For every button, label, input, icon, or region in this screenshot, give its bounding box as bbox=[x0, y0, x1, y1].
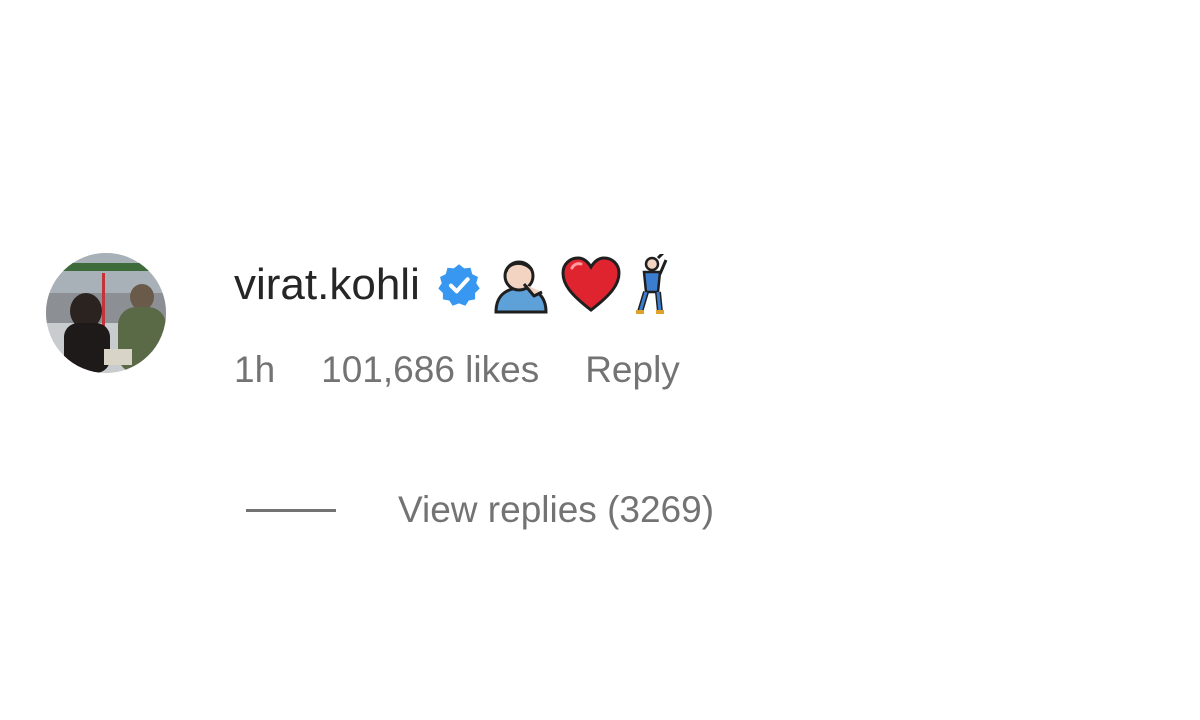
view-replies-button[interactable]: View replies (3269) bbox=[246, 489, 714, 531]
man-dancing-emoji-icon bbox=[630, 254, 670, 316]
comment-meta: 1h 101,686 likes Reply bbox=[234, 349, 680, 391]
comment-header: virat.kohli bbox=[234, 253, 680, 317]
username[interactable]: virat.kohli bbox=[234, 260, 420, 310]
avatar[interactable] bbox=[46, 253, 166, 373]
likes-count[interactable]: 101,686 likes bbox=[321, 349, 539, 391]
replies-divider bbox=[246, 508, 336, 512]
comment-body: virat.kohli 1h 101,686 likes Reply bbox=[234, 253, 680, 391]
view-replies-label: View replies (3269) bbox=[398, 489, 715, 530]
comment-timestamp: 1h bbox=[234, 349, 276, 390]
avatar-photo bbox=[46, 253, 166, 373]
red-heart-emoji-icon bbox=[560, 254, 622, 316]
reply-button[interactable]: Reply bbox=[585, 349, 680, 391]
verified-badge-icon bbox=[436, 262, 482, 308]
person-hand-on-cheek-emoji-icon bbox=[490, 254, 552, 316]
